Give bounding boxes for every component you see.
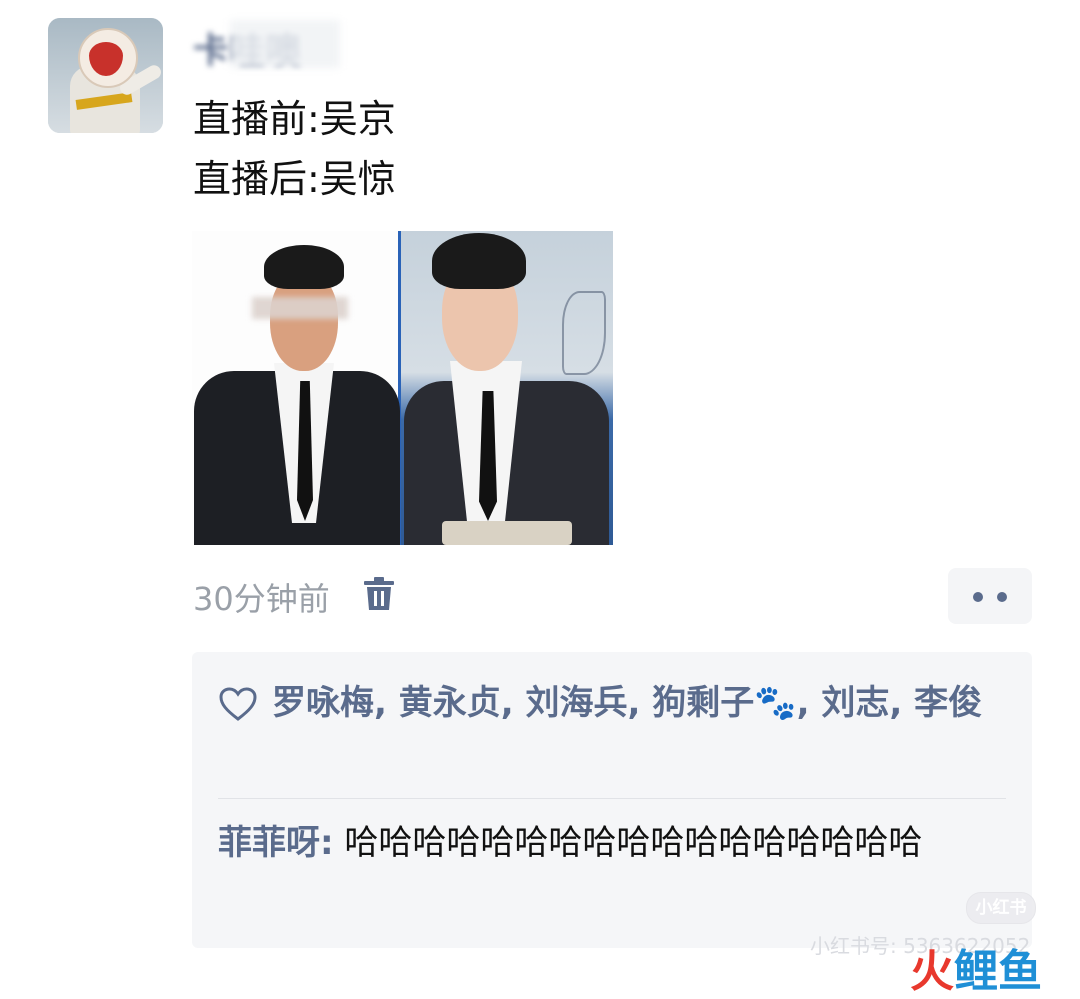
xiaohongshu-badge: 小红书	[966, 892, 1036, 924]
like-name[interactable]: 狗剩子🐾	[652, 683, 796, 723]
likes-list: 罗咏梅, 黄永贞, 刘海兵, 狗剩子🐾, 刘志, 李俊	[272, 683, 983, 723]
avatar[interactable]	[48, 18, 163, 133]
more-options-button[interactable]	[948, 568, 1032, 624]
username-blur-mask	[230, 20, 340, 68]
like-name[interactable]: 罗咏梅	[272, 683, 374, 723]
comment-author[interactable]: 菲菲呀:	[218, 823, 334, 863]
comment-text: 哈哈哈哈哈哈哈哈哈哈哈哈哈哈哈哈哈	[344, 823, 923, 863]
more-dot-icon	[997, 592, 1007, 602]
like-name[interactable]: 刘志	[821, 683, 889, 723]
left-eye-blur	[252, 297, 348, 319]
comment-item[interactable]: 菲菲呀: 哈哈哈哈哈哈哈哈哈哈哈哈哈哈哈哈哈	[218, 818, 1008, 868]
logo-char: 火	[910, 946, 954, 997]
post-image[interactable]	[192, 231, 613, 545]
likes-comments-panel: 罗咏梅, 黄永贞, 刘海兵, 狗剩子🐾, 刘志, 李俊 菲菲呀: 哈哈哈哈哈哈哈…	[192, 652, 1032, 948]
like-name[interactable]: 黄永贞	[399, 683, 501, 723]
left-person-hair	[264, 245, 344, 289]
panel-divider	[218, 798, 1006, 799]
logo-char: 鲤	[954, 946, 998, 997]
like-name[interactable]: 刘海兵	[526, 683, 628, 723]
post-text-line-1: 直播前:吴京	[193, 97, 396, 141]
post-timestamp: 30分钟前	[193, 580, 330, 618]
like-name[interactable]: 李俊	[914, 683, 982, 723]
post-text-line-2: 直播后:吴惊	[193, 157, 396, 201]
huoliyu-logo: 火鲤鱼	[910, 935, 1042, 999]
logo-char: 鱼	[998, 946, 1042, 997]
trash-icon[interactable]	[362, 576, 396, 612]
right-person-prop	[442, 521, 572, 545]
more-dot-icon	[973, 592, 983, 602]
right-person-hair	[432, 233, 526, 289]
autograph-mark	[562, 291, 606, 375]
